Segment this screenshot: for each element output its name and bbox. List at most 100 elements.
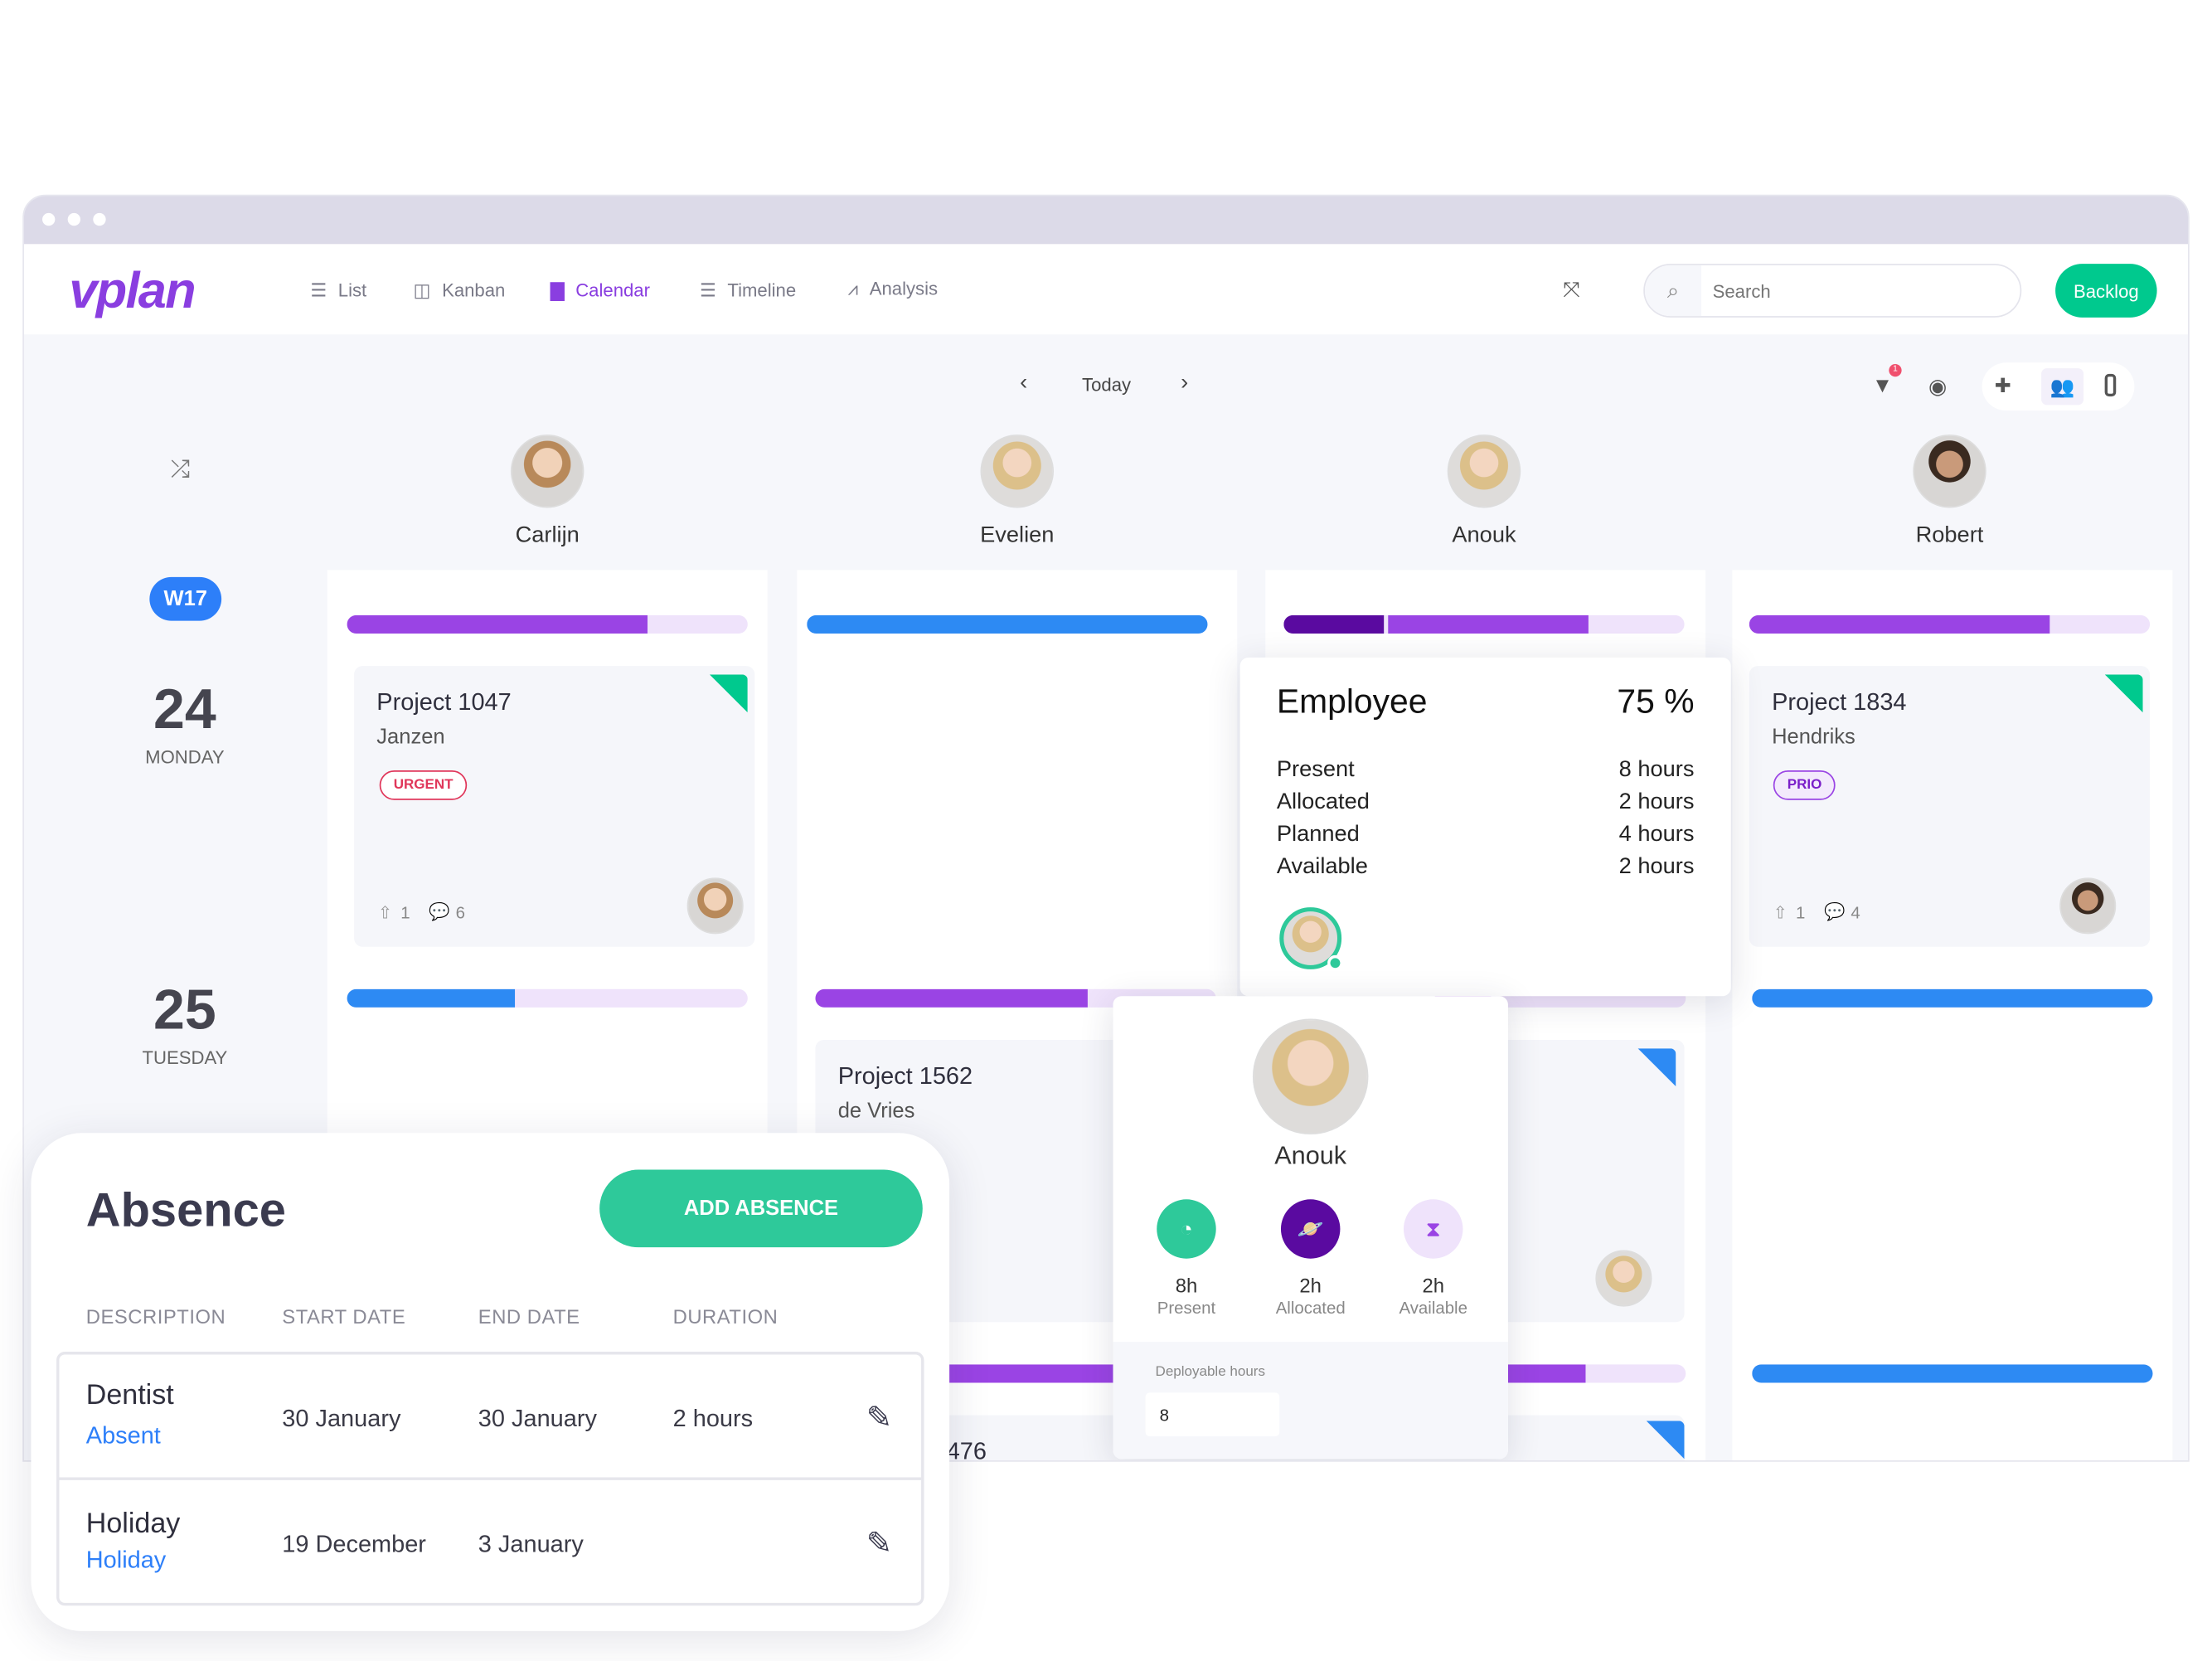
attachment-icon: ⇧ bbox=[378, 902, 393, 923]
avatar[interactable] bbox=[1447, 435, 1521, 508]
today-button[interactable]: Today bbox=[1082, 374, 1131, 396]
view-toggle-group: ✚ 👥 bbox=[1982, 362, 2135, 411]
attachment-count: 1 bbox=[1796, 902, 1806, 923]
capacity-bar[interactable] bbox=[807, 614, 1208, 634]
nav-analysis[interactable]: ⩘ Analysis bbox=[848, 278, 938, 299]
capacity-bar[interactable] bbox=[347, 614, 748, 634]
column-header: START DATE bbox=[282, 1304, 406, 1328]
backlog-button[interactable]: Backlog bbox=[2055, 264, 2157, 318]
status-badge: URGENT bbox=[379, 770, 468, 800]
avatar[interactable] bbox=[1595, 1250, 1652, 1307]
list-icon: ☰ bbox=[310, 279, 327, 301]
card-title: Project 1562 bbox=[837, 1062, 973, 1090]
edit-pencil-icon[interactable]: ✎ bbox=[866, 1525, 892, 1561]
stat-value: 2h bbox=[1299, 1274, 1322, 1297]
absence-description: Dentist bbox=[85, 1380, 174, 1411]
hourglass-icon: ⧗ bbox=[1403, 1199, 1463, 1259]
column-header: DURATION bbox=[672, 1304, 779, 1328]
window-dot[interactable] bbox=[42, 212, 56, 226]
add-absence-button[interactable]: ADD ABSENCE bbox=[599, 1169, 923, 1248]
deployable-label: Deployable hours bbox=[1155, 1364, 1265, 1381]
prev-button[interactable]: ‹ bbox=[1020, 371, 1027, 396]
window-dot[interactable] bbox=[67, 212, 80, 226]
project-card[interactable]: Project 1834 Hendriks PRIO ⇧ 1 💬 4 bbox=[1749, 666, 2151, 947]
comment-count: 4 bbox=[1851, 902, 1860, 923]
calendar-icon: ▇ bbox=[550, 279, 565, 301]
timeline-icon: ☰ bbox=[699, 279, 716, 301]
day-number: 25 bbox=[153, 979, 216, 1042]
deployable-hours-input[interactable]: 8 bbox=[1145, 1392, 1280, 1437]
capacity-bar[interactable] bbox=[1752, 1364, 2153, 1383]
attachment-icon: ⇧ bbox=[1773, 902, 1788, 923]
absence-title: Absence bbox=[85, 1183, 286, 1238]
duration: 2 hours bbox=[672, 1405, 754, 1433]
stat-label: Present bbox=[1276, 757, 1355, 782]
capacity-bar-fill bbox=[815, 988, 1089, 1008]
search-box: ⌕ bbox=[1643, 264, 2022, 318]
capacity-bar-fill bbox=[1387, 614, 1589, 634]
logo[interactable]: vplan bbox=[69, 261, 196, 320]
card-client: de Vries bbox=[837, 1099, 915, 1124]
employee-name: Evelien bbox=[980, 523, 1055, 548]
users-icon[interactable]: 👥 bbox=[2041, 368, 2084, 406]
status-badge: PRIO bbox=[1773, 770, 1836, 800]
comment-count: 6 bbox=[455, 902, 465, 923]
kanban-icon: ◫ bbox=[413, 279, 431, 301]
search-input[interactable] bbox=[1712, 265, 1995, 317]
employee-name: Robert bbox=[1915, 523, 1984, 548]
avatar[interactable] bbox=[2059, 877, 2117, 935]
table-row[interactable]: Dentist Absent 30 January 30 January 2 h… bbox=[59, 1354, 922, 1480]
absence-panel: Absence ADD ABSENCE DESCRIPTION START DA… bbox=[31, 1133, 950, 1631]
capacity-bar-fill bbox=[807, 614, 1208, 634]
eye-icon[interactable]: ◉ bbox=[1928, 374, 1947, 400]
shuffle-icon[interactable]: ⤮ bbox=[171, 456, 190, 484]
occupancy-percent: 75 % bbox=[1617, 682, 1695, 721]
employee-name: Anouk bbox=[1274, 1141, 1347, 1170]
card-client: Janzen bbox=[376, 725, 445, 750]
stat-value: 4 hours bbox=[1618, 822, 1695, 847]
card-client: Hendriks bbox=[1772, 725, 1855, 750]
employee-detail-popover: Anouk ◔ 🪐 ⧗ 8h Present 2h Allocated 2h A… bbox=[1113, 996, 1508, 1459]
stat-label: Available bbox=[1399, 1298, 1467, 1319]
filter-icon[interactable]: ▼ bbox=[1872, 374, 1893, 398]
window-dot[interactable] bbox=[93, 212, 106, 226]
nav-kanban[interactable]: ◫ Kanban bbox=[414, 279, 506, 301]
table-row[interactable]: Holiday Holiday 19 December 3 January ✎ bbox=[59, 1480, 921, 1605]
nav-timeline[interactable]: ☰ Timeline bbox=[700, 279, 796, 301]
card-title: 476 bbox=[946, 1437, 987, 1462]
avatar[interactable] bbox=[510, 435, 585, 508]
capacity-bar[interactable] bbox=[1283, 614, 1685, 634]
avatar[interactable] bbox=[980, 435, 1055, 508]
project-card[interactable]: Project 1047 Janzen URGENT ⇧ 1 💬 6 bbox=[354, 666, 755, 947]
filter-badge: 1 bbox=[1889, 363, 1902, 377]
stat-label: Allocated bbox=[1275, 1298, 1346, 1319]
day-number: 24 bbox=[153, 678, 216, 741]
capacity-bar[interactable] bbox=[347, 988, 748, 1008]
stat-value: 8h bbox=[1175, 1274, 1198, 1297]
stat-value: 8 hours bbox=[1618, 757, 1695, 782]
online-indicator bbox=[1327, 954, 1343, 971]
employee-name: Carlijn bbox=[515, 523, 580, 548]
end-date: 30 January bbox=[478, 1405, 597, 1433]
capacity-bar[interactable] bbox=[1752, 988, 2153, 1008]
nav-list[interactable]: ☰ List bbox=[310, 279, 366, 301]
priority-corner bbox=[1646, 1421, 1685, 1459]
priority-corner bbox=[1637, 1048, 1676, 1087]
avatar[interactable] bbox=[1913, 435, 1986, 508]
puzzle-icon[interactable]: ✚ bbox=[1995, 374, 2011, 398]
week-badge: W17 bbox=[149, 576, 222, 621]
absence-description: Holiday bbox=[85, 1508, 181, 1540]
next-button[interactable]: › bbox=[1181, 371, 1188, 396]
popover-title: Employee bbox=[1276, 682, 1428, 721]
capacity-bar-fill bbox=[347, 988, 516, 1008]
nav-calendar[interactable]: ▇ Calendar bbox=[551, 279, 650, 301]
capacity-bar[interactable] bbox=[1749, 614, 2151, 634]
edit-pencil-icon[interactable]: ✎ bbox=[866, 1400, 892, 1436]
battery-icon[interactable] bbox=[2104, 373, 2117, 397]
avatar[interactable] bbox=[686, 877, 744, 935]
employee-popover: Employee 75 % Present 8 hours Allocated … bbox=[1239, 657, 1731, 997]
comments-icon: 💬 bbox=[1824, 901, 1846, 922]
capacity-bar-fill bbox=[1752, 988, 2153, 1008]
stat-label: Present bbox=[1157, 1298, 1216, 1319]
expand-icon[interactable]: ⤧ bbox=[1563, 278, 1579, 302]
